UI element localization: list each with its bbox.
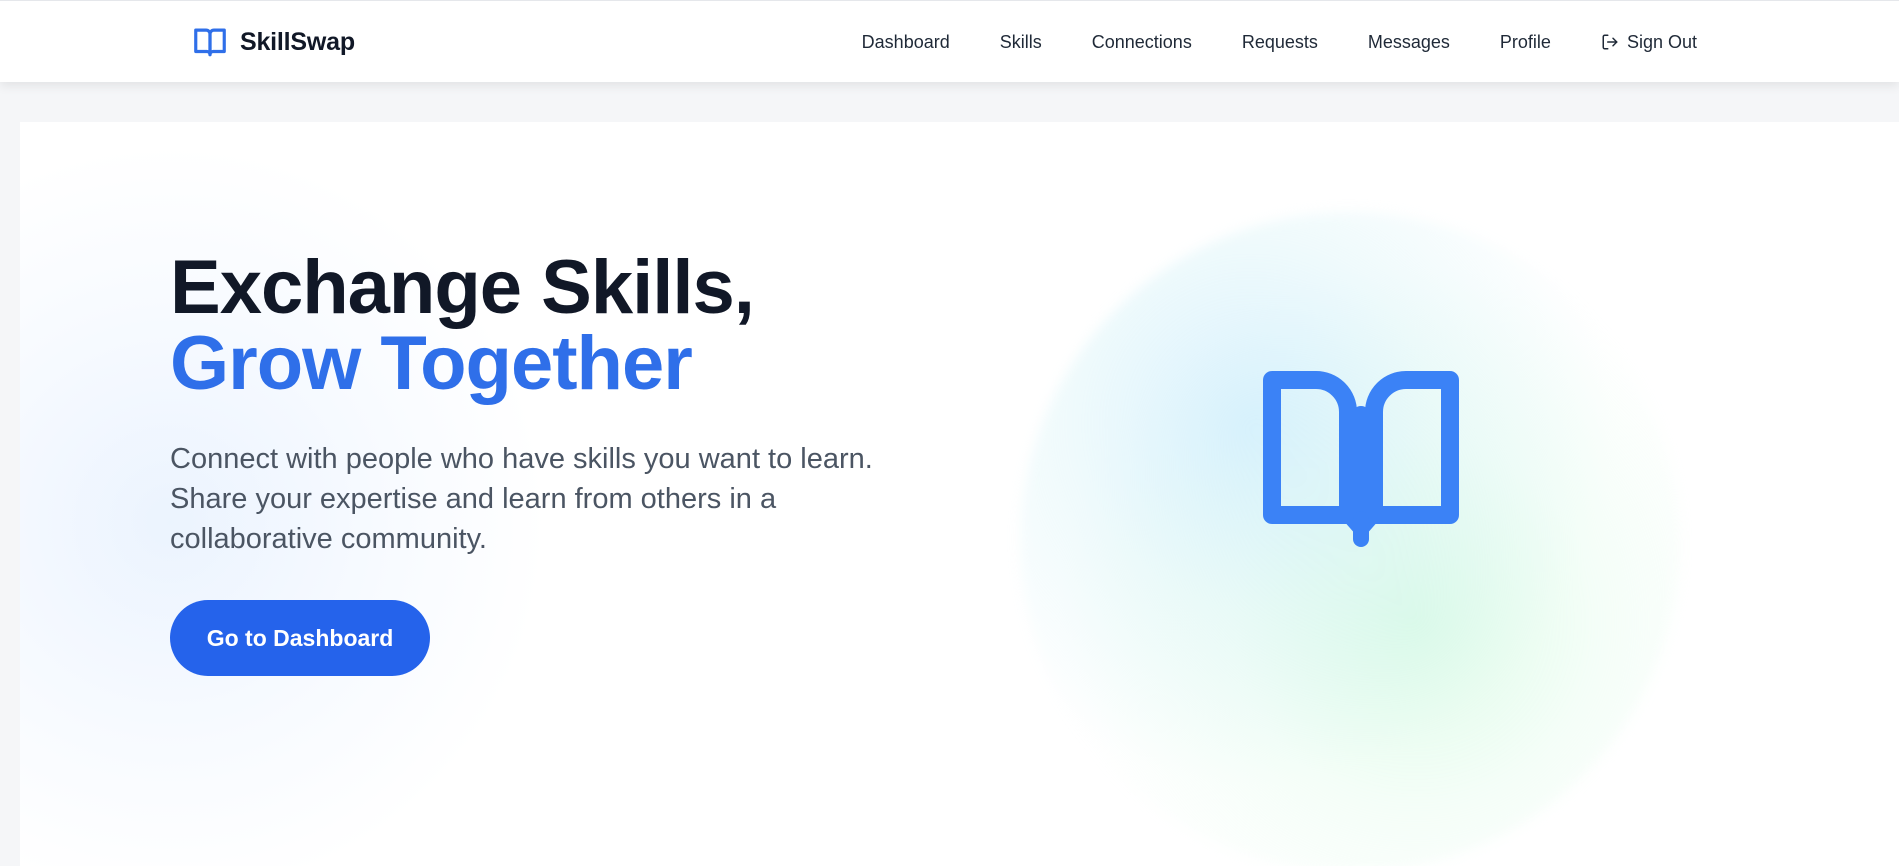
nav-item-dashboard[interactable]: Dashboard xyxy=(862,32,950,53)
brand-logo-link[interactable]: SkillSwap xyxy=(190,23,355,61)
book-open-icon xyxy=(1263,371,1459,547)
top-navbar: SkillSwap Dashboard Skills Connections R… xyxy=(0,0,1899,82)
nav-item-messages[interactable]: Messages xyxy=(1368,32,1450,53)
sign-out-icon xyxy=(1602,34,1618,50)
sign-out-label: Sign Out xyxy=(1626,31,1697,52)
brand-name: SkillSwap xyxy=(240,27,355,56)
nav-item-profile[interactable]: Profile xyxy=(1500,32,1551,53)
nav-item-connections[interactable]: Connections xyxy=(1092,32,1192,53)
go-to-dashboard-button[interactable]: Go to Dashboard xyxy=(170,600,430,676)
nav-item-skills[interactable]: Skills xyxy=(1000,32,1042,53)
headline-line-2: Grow Together xyxy=(170,321,693,406)
hero-headline: Exchange Skills, Grow Together xyxy=(170,245,755,406)
headline-line-1: Exchange Skills, xyxy=(170,245,755,330)
sign-out-button[interactable]: Sign Out xyxy=(1601,32,1697,53)
hero-section: Exchange Skills, Grow Together Connect w… xyxy=(20,122,1899,866)
nav-item-requests[interactable]: Requests xyxy=(1242,32,1318,53)
hero-description: Connect with people who have skills you … xyxy=(170,443,873,555)
main-nav: Dashboard Skills Connections Requests Me… xyxy=(862,1,1697,83)
book-open-icon xyxy=(194,28,226,57)
